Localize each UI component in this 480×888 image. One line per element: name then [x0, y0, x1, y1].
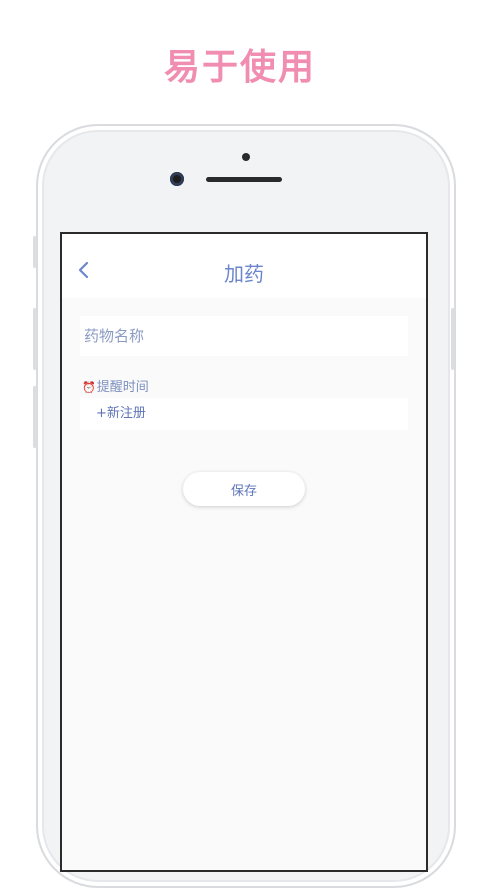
front-camera	[170, 172, 184, 186]
page-title: 加药	[224, 262, 264, 286]
back-chevron-icon[interactable]	[74, 260, 94, 280]
reminder-time-text: 提醒时间	[96, 380, 149, 395]
drug-name-input[interactable]	[80, 316, 408, 356]
phone-side-button-power	[451, 308, 455, 370]
alarm-clock-icon: ⏰	[82, 381, 96, 394]
earpiece-speaker	[206, 177, 282, 182]
nav-title-wrap: 加药	[62, 234, 426, 298]
promo-headline: 易于使用	[163, 47, 316, 88]
reminder-time-label: ⏰提醒时间	[82, 376, 149, 395]
nav-bar: 加药	[62, 234, 426, 298]
phone-side-button-volume-down	[33, 386, 37, 448]
phone-side-button-silent	[33, 236, 37, 268]
add-new-reminder-label: +新注册	[96, 406, 146, 421]
save-button[interactable]: 保存	[183, 472, 305, 506]
phone-side-button-volume-up	[33, 308, 37, 370]
app-screen: 加药 ⏰提醒时间 +新注册 保存	[60, 232, 428, 872]
add-new-reminder-button[interactable]: +新注册	[80, 398, 408, 430]
proximity-sensor	[242, 153, 250, 161]
